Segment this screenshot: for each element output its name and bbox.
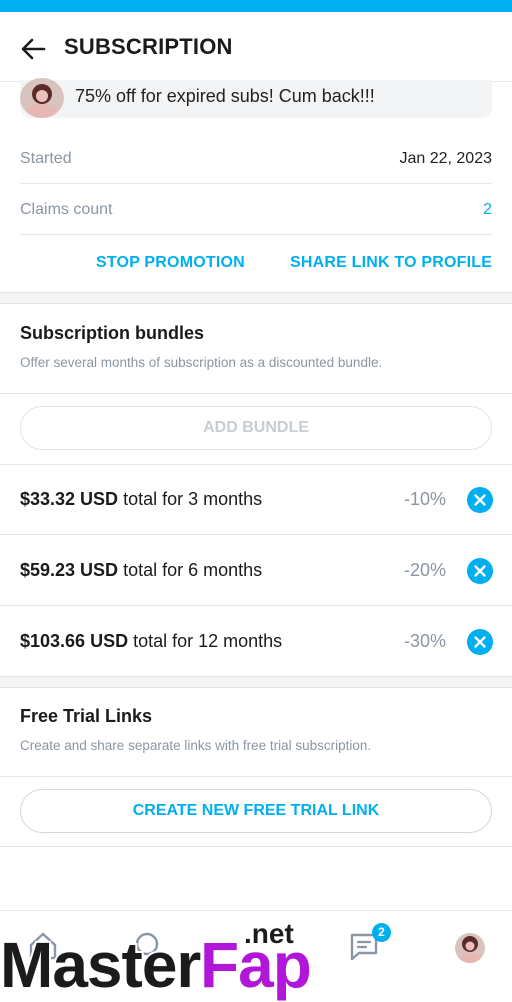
bundle-discount: -20% xyxy=(403,560,446,580)
close-icon xyxy=(474,565,486,577)
started-row: Started Jan 22, 2023 xyxy=(20,134,492,184)
promotion-avatar xyxy=(20,78,64,118)
bundle-duration: total for 6 months xyxy=(118,560,263,580)
messages-badge: 2 xyxy=(372,923,391,942)
claims-label: Claims count xyxy=(20,201,113,218)
section-divider xyxy=(0,676,512,688)
bundle-text: $103.66 USD total for 12 months xyxy=(20,631,282,652)
divider xyxy=(0,776,512,777)
app-header: SUBSCRIPTION xyxy=(0,12,512,82)
bundle-row: $33.32 USD total for 3 months -10% xyxy=(0,465,512,535)
section-divider xyxy=(0,292,512,304)
add-bundle-button[interactable]: ADD BUNDLE xyxy=(20,406,492,450)
remove-bundle-button[interactable] xyxy=(467,487,493,513)
free-trial-description: Create and share separate links with fre… xyxy=(20,738,372,753)
bundle-duration: total for 3 months xyxy=(118,489,263,509)
close-icon xyxy=(474,494,486,506)
bundle-duration: total for 12 months xyxy=(128,631,283,651)
stop-promotion-button[interactable]: STOP PROMOTION xyxy=(96,254,245,272)
page-title: SUBSCRIPTION xyxy=(64,34,233,59)
started-label: Started xyxy=(20,150,72,167)
bundle-price: $59.23 USD xyxy=(20,560,119,580)
bundle-discount: -10% xyxy=(403,489,446,509)
bundle-text: $33.32 USD total for 3 months xyxy=(20,489,262,510)
bundle-text: $59.23 USD total for 6 months xyxy=(20,560,262,581)
watermark-master: Master xyxy=(0,927,203,1002)
create-free-trial-link-button[interactable]: CREATE NEW FREE TRIAL LINK xyxy=(20,789,492,833)
profile-avatar[interactable] xyxy=(455,933,485,963)
divider xyxy=(0,393,512,394)
share-link-button[interactable]: SHARE LINK TO PROFILE xyxy=(290,254,492,272)
promotion-actions: STOP PROMOTION SHARE LINK TO PROFILE xyxy=(0,242,512,292)
free-trial-title: Free Trial Links xyxy=(20,706,153,726)
promotion-message: 75% off for expired subs! Cum back!!! xyxy=(75,86,375,106)
bundle-row: $59.23 USD total for 6 months -20% xyxy=(0,536,512,606)
bundles-description: Offer several months of subscription as … xyxy=(20,355,383,370)
remove-bundle-button[interactable] xyxy=(467,629,493,655)
bundle-discount: -30% xyxy=(403,631,446,651)
started-value: Jan 22, 2023 xyxy=(399,150,492,167)
claims-count[interactable]: 2 xyxy=(483,201,492,219)
claims-row: Claims count 2 xyxy=(20,185,492,235)
bundle-price: $103.66 USD xyxy=(20,631,129,651)
bundle-price: $33.32 USD xyxy=(20,489,119,509)
bundle-row: $103.66 USD total for 12 months -30% xyxy=(0,607,512,677)
close-icon xyxy=(474,636,486,648)
remove-bundle-button[interactable] xyxy=(467,558,493,584)
bundles-title: Subscription bundles xyxy=(20,323,205,343)
status-bar xyxy=(0,0,512,12)
watermark-logo: Master Fap .net xyxy=(0,917,330,1002)
divider xyxy=(0,846,512,847)
back-arrow-icon[interactable] xyxy=(18,34,48,64)
watermark-net: .net xyxy=(243,917,296,951)
promotion-banner: 75% off for expired subs! Cum back!!! xyxy=(20,78,492,118)
